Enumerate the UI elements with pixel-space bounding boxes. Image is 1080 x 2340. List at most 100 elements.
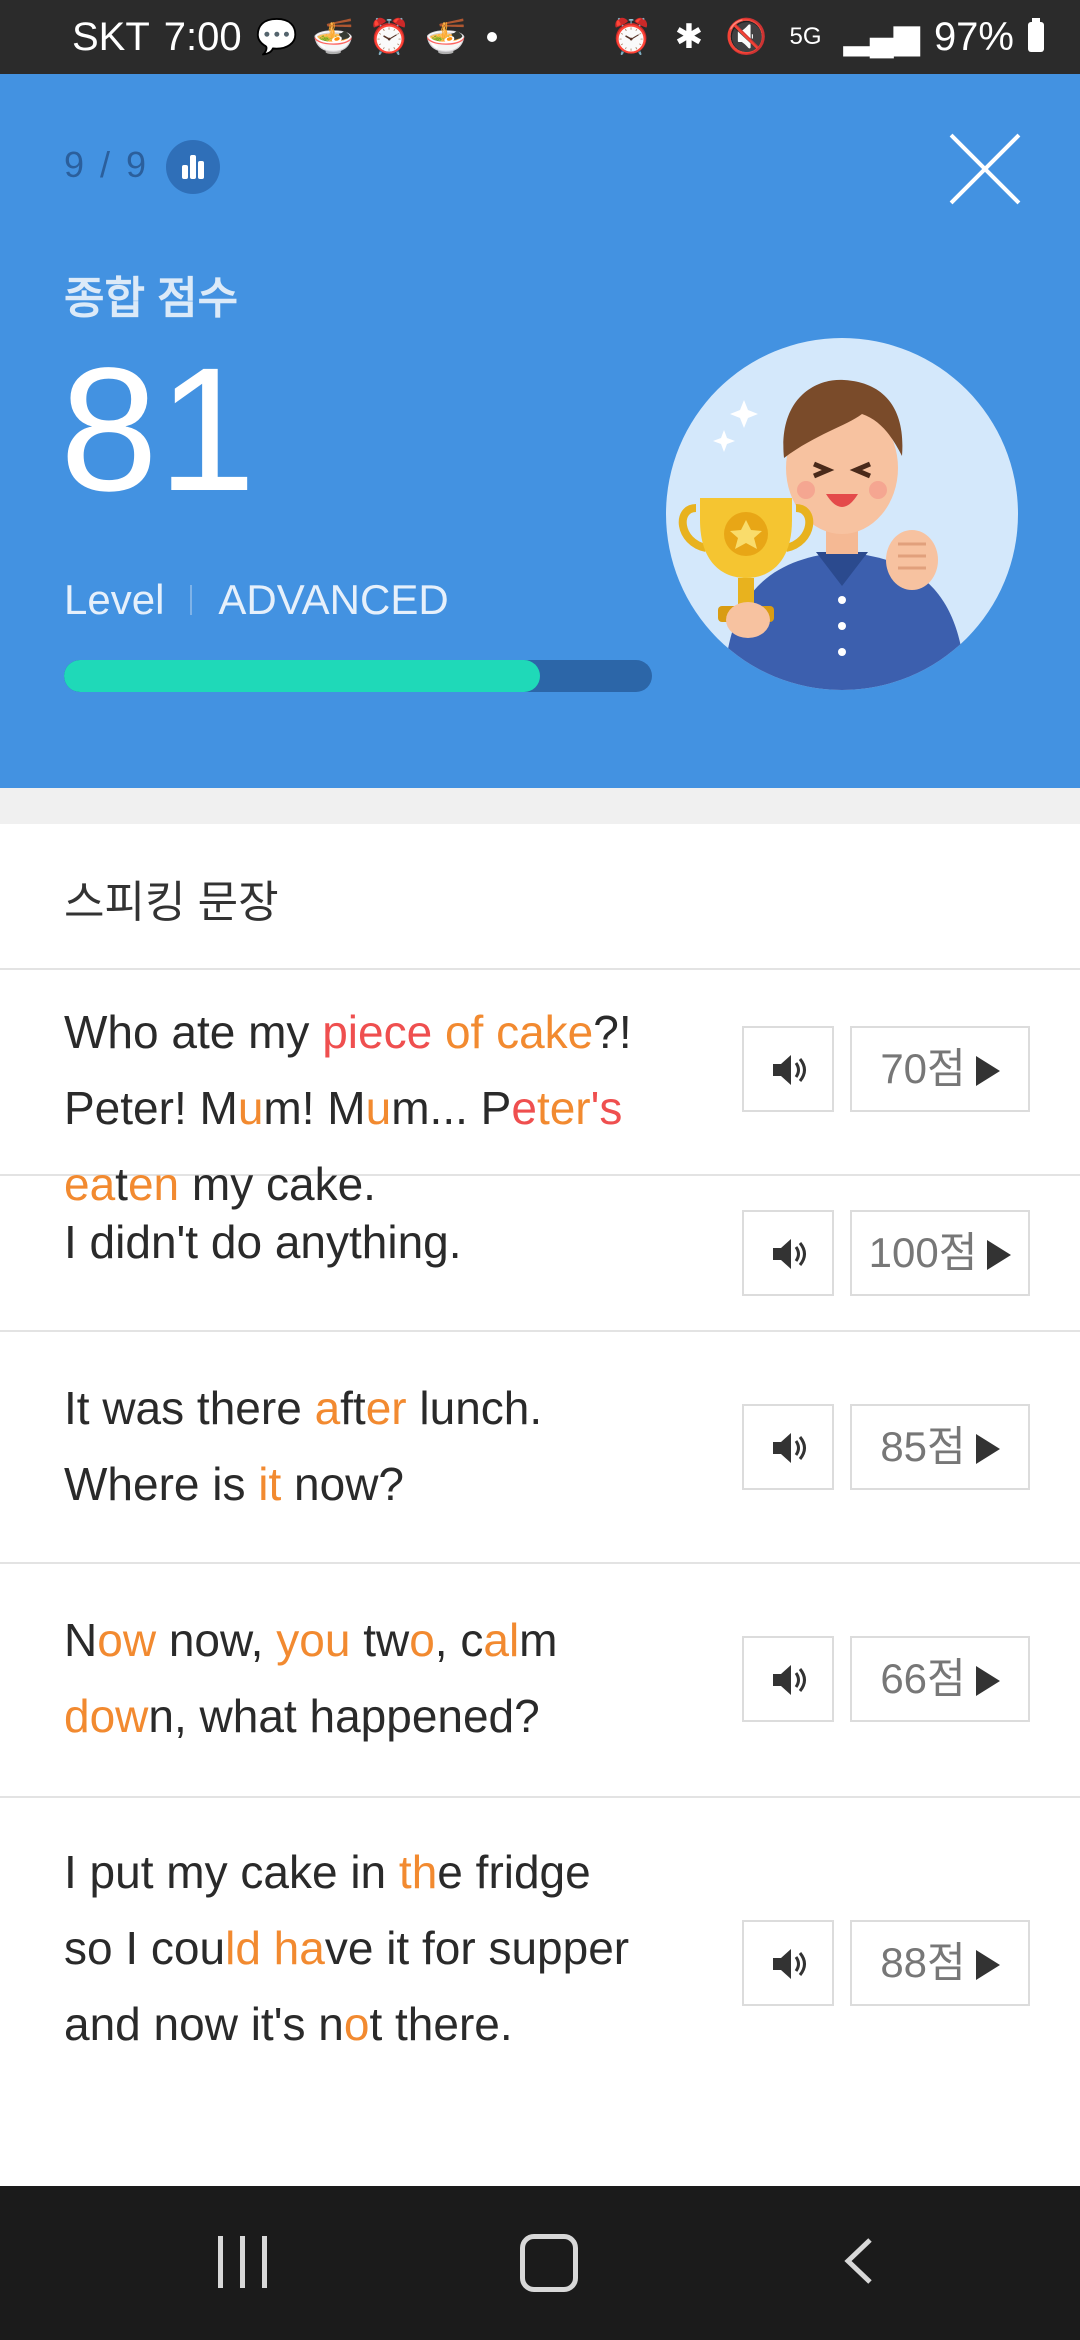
bar-chart-icon[interactable]: [166, 140, 220, 194]
highlighted-segment: ter: [536, 1082, 591, 1134]
sentence-score: 70점: [880, 1045, 966, 1092]
battery-icon: [1028, 18, 1044, 52]
carrier-label: SKT: [72, 15, 150, 59]
text-segment: n, what happened?: [148, 1690, 540, 1742]
close-button[interactable]: [950, 134, 1020, 204]
highlighted-segment: ld ha: [225, 1922, 325, 1974]
highlighted-segment: a: [314, 1382, 341, 1434]
notification-dot: [487, 32, 498, 42]
play-icon: [987, 1240, 1012, 1270]
sentence-list: Who ate my piece of cake?! Peter! Mum! Mu…: [0, 968, 1080, 2084]
sentence-row: Who ate my piece of cake?! Peter! Mum! Mu…: [0, 968, 1080, 1210]
sentence-row: Now now, you two, calm down, what happene…: [0, 1564, 1080, 1798]
text-segment: It was there: [64, 1382, 315, 1434]
speaker-button[interactable]: [742, 1404, 834, 1490]
sentence-score: 100점: [868, 1229, 978, 1276]
text-segment: Who ate my: [64, 1006, 323, 1058]
sentence-score: 88점: [880, 1939, 966, 1986]
alarm-icon: ⏰: [368, 18, 411, 56]
network-5g-icon: 5G: [789, 23, 822, 50]
alarm-icon: ⏰: [610, 18, 653, 56]
talk-icon: 💬: [255, 18, 298, 56]
level-separator: [190, 585, 193, 615]
system-nav-bar: [0, 2186, 1080, 2340]
highlighted-segment: al: [483, 1614, 520, 1666]
play-icon: [975, 1666, 1000, 1696]
highlighted-segment: u: [365, 1082, 392, 1134]
text-segment: lunch.: [406, 1382, 543, 1434]
speaker-icon: [773, 1433, 806, 1463]
text-segment: ft: [340, 1382, 366, 1434]
speaker-button[interactable]: [742, 1210, 834, 1296]
recent-apps-button[interactable]: [218, 2236, 268, 2288]
sentence-row: I didn't do anything. 100점: [0, 1176, 1080, 1332]
highlighted-segment: 's: [590, 1082, 623, 1134]
text-segment: e fridge: [437, 1846, 591, 1898]
text-segment: t there.: [369, 1998, 513, 2050]
speaker-icon: [773, 1949, 806, 1979]
speaker-button[interactable]: [742, 1636, 834, 1722]
sentence-text: I put my cake in the fridge so I could ha…: [64, 1834, 714, 2062]
score-play-button[interactable]: 100점: [850, 1210, 1030, 1296]
score-title: 종합 점수: [64, 274, 239, 323]
highlighted-segment: er: [365, 1382, 407, 1434]
text-segment: and now it's n: [64, 1998, 344, 2050]
speaker-button[interactable]: [742, 1026, 834, 1112]
text-segment: tw: [350, 1614, 410, 1666]
text-segment: Peter! M: [64, 1082, 238, 1134]
highlighted-segment: it: [258, 1458, 282, 1510]
sentence-row: I put my cake in the fridge so I could ha…: [0, 1798, 1080, 2084]
sentence-score: 85점: [880, 1423, 966, 1470]
text-segment: Where is: [64, 1458, 259, 1510]
level-row: Level ADVANCED: [64, 576, 449, 624]
back-icon: [844, 2238, 872, 2284]
bowl-icon: 🍜: [424, 18, 468, 56]
text-segment: , c: [434, 1614, 484, 1666]
score-play-button[interactable]: 88점: [850, 1920, 1030, 2006]
trophy-character-illustration: [666, 338, 1018, 690]
sentence-text: Now now, you two, calm down, what happene…: [64, 1602, 714, 1754]
speaker-button[interactable]: [742, 1920, 834, 2006]
highlighted-segment: ow: [97, 1614, 157, 1666]
highlighted-segment: you: [276, 1614, 351, 1666]
bowl-icon: 🍜: [312, 18, 355, 56]
overall-score: 81: [60, 332, 256, 528]
level-label: Level: [64, 576, 165, 623]
highlighted-segment: dow: [64, 1690, 149, 1742]
battery-percent: 97%: [933, 15, 1014, 59]
bluetooth-icon: ✱: [674, 18, 704, 56]
highlighted-segment: u: [237, 1082, 264, 1134]
status-bar: SKT 7:00 💬 🍜 ⏰ 🍜 ⏰ ✱ 🔇 5G ▂▄▆ 97%: [0, 0, 1080, 74]
progress-indicator: 9 / 9: [64, 144, 150, 185]
sentence-text: I didn't do anything.: [64, 1204, 714, 1280]
sentence-text: It was there after lunch. Where is it now…: [64, 1370, 714, 1522]
text-segment: m... P: [391, 1082, 512, 1134]
text-segment: m! M: [263, 1082, 366, 1134]
speaker-icon: [773, 1055, 806, 1085]
section-title: 스피킹 문장: [64, 878, 279, 927]
play-icon: [975, 1950, 1000, 1980]
text-segment: m: [519, 1614, 558, 1666]
score-play-button[interactable]: 70점: [850, 1026, 1030, 1112]
home-button[interactable]: [520, 2234, 578, 2292]
highlighted-segment: of cake: [444, 1006, 594, 1058]
text-segment: ?!: [593, 1006, 632, 1058]
score-play-button[interactable]: 85점: [850, 1404, 1030, 1490]
back-button[interactable]: [836, 2238, 882, 2284]
level-value: ADVANCED: [218, 576, 449, 623]
speaker-icon: [773, 1239, 806, 1269]
mute-icon: 🔇: [725, 18, 768, 56]
play-icon: [975, 1056, 1000, 1086]
section-header: 스피킹 문장: [0, 824, 1080, 970]
section-divider: [0, 788, 1080, 824]
highlighted-segment: o: [409, 1614, 435, 1666]
highlighted-segment: piece: [322, 1006, 445, 1058]
level-progress-fill: [64, 660, 541, 692]
score-play-button[interactable]: 66점: [850, 1636, 1030, 1722]
text-segment: ve it for supper: [324, 1922, 630, 1974]
text-segment: now?: [281, 1458, 405, 1510]
clock: 7:00: [163, 15, 242, 59]
sentence-row: It was there after lunch. Where is it now…: [0, 1332, 1080, 1564]
level-progress-bar: [64, 660, 652, 692]
highlighted-segment: th: [398, 1846, 438, 1898]
